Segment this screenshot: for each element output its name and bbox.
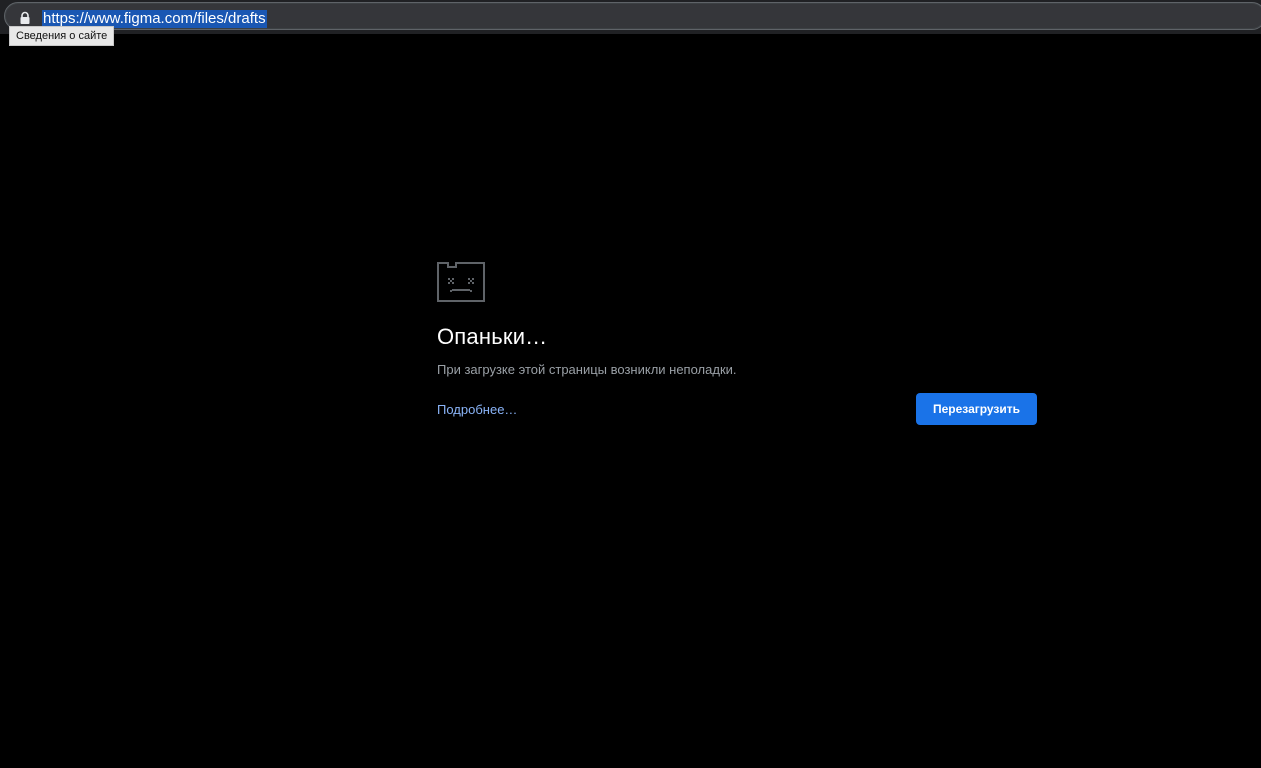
reload-button[interactable]: Перезагрузить	[916, 393, 1037, 425]
lock-icon[interactable]	[18, 11, 32, 25]
sad-folder-icon	[437, 262, 485, 302]
error-title: Опаньки…	[437, 324, 548, 349]
address-bar[interactable]: https://www.figma.com/files/drafts	[4, 2, 1261, 30]
browser-toolbar: https://www.figma.com/files/drafts	[0, 0, 1261, 34]
site-info-tooltip: Сведения о сайте	[9, 26, 115, 46]
error-message: При загрузке этой страницы возникли непо…	[437, 362, 737, 377]
details-link[interactable]: Подробнее…	[437, 402, 517, 417]
